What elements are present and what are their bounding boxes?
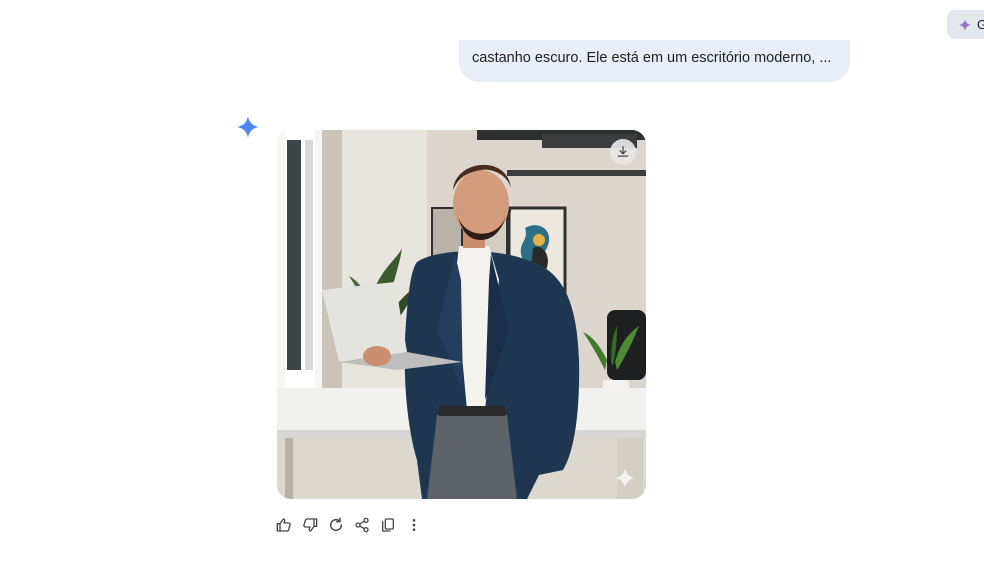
chat-page: G castanho escuro. Ele está em um escrit… [0, 0, 984, 562]
thumbs-down-icon [303, 518, 318, 532]
top-right-chip[interactable]: G [947, 10, 984, 39]
regenerate-icon [329, 517, 343, 532]
share-button[interactable] [353, 516, 371, 534]
gemini-spark-icon [237, 116, 259, 138]
copy-button[interactable] [379, 516, 397, 534]
response-action-bar [275, 515, 423, 535]
more-vert-icon [412, 519, 416, 531]
more-options-button[interactable] [405, 516, 423, 534]
user-prompt-text: castanho escuro. Ele está em um escritór… [472, 50, 832, 66]
top-chip-label: G [977, 17, 984, 32]
generated-image[interactable] [277, 130, 646, 499]
copy-icon [382, 518, 394, 532]
thumbs-up-button[interactable] [275, 516, 293, 534]
thumbs-down-button[interactable] [301, 516, 319, 534]
download-icon [617, 146, 629, 157]
thumbs-up-icon [276, 518, 291, 532]
share-icon [355, 517, 369, 533]
spark-watermark-icon [615, 468, 635, 488]
office-portrait-illustration [277, 130, 646, 499]
gemini-spark-icon [959, 18, 971, 31]
download-button[interactable] [610, 139, 636, 165]
user-prompt-bubble: castanho escuro. Ele está em um escritór… [459, 40, 850, 82]
regenerate-button[interactable] [327, 516, 345, 534]
